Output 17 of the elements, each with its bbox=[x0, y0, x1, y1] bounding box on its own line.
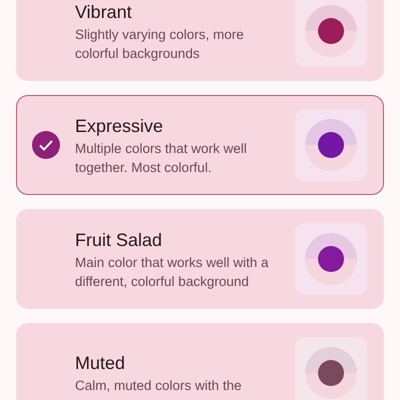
color-swatch-icon bbox=[295, 0, 367, 67]
style-description: Slightly varying colors, more colorful backgrounds bbox=[75, 26, 245, 62]
color-swatch-icon bbox=[295, 109, 367, 181]
style-option-card[interactable]: Fruit Salad Main color that works well with a different, colorful background bbox=[16, 209, 384, 309]
style-title: Fruit Salad bbox=[75, 228, 164, 252]
style-option-card[interactable]: Muted Calm, muted colors with the bbox=[16, 323, 384, 400]
style-description: Multiple colors that work well together. Most colorful. bbox=[75, 140, 248, 176]
style-title: Muted bbox=[75, 352, 126, 375]
style-option-card[interactable]: Vibrant Slightly varying colors, more colorful backgrounds bbox=[16, 0, 384, 81]
color-swatch-icon bbox=[295, 337, 367, 400]
style-description: Main color that works well with a different, colorful background bbox=[75, 254, 270, 290]
style-title: Expressive bbox=[75, 114, 164, 138]
style-option-card[interactable]: Expressive Multiple colors that work well together. Most colorful. bbox=[16, 95, 384, 195]
color-swatch-icon bbox=[295, 223, 367, 295]
style-title: Vibrant bbox=[75, 0, 133, 24]
style-description: Calm, muted colors with the bbox=[75, 377, 243, 395]
check-icon bbox=[32, 131, 60, 159]
